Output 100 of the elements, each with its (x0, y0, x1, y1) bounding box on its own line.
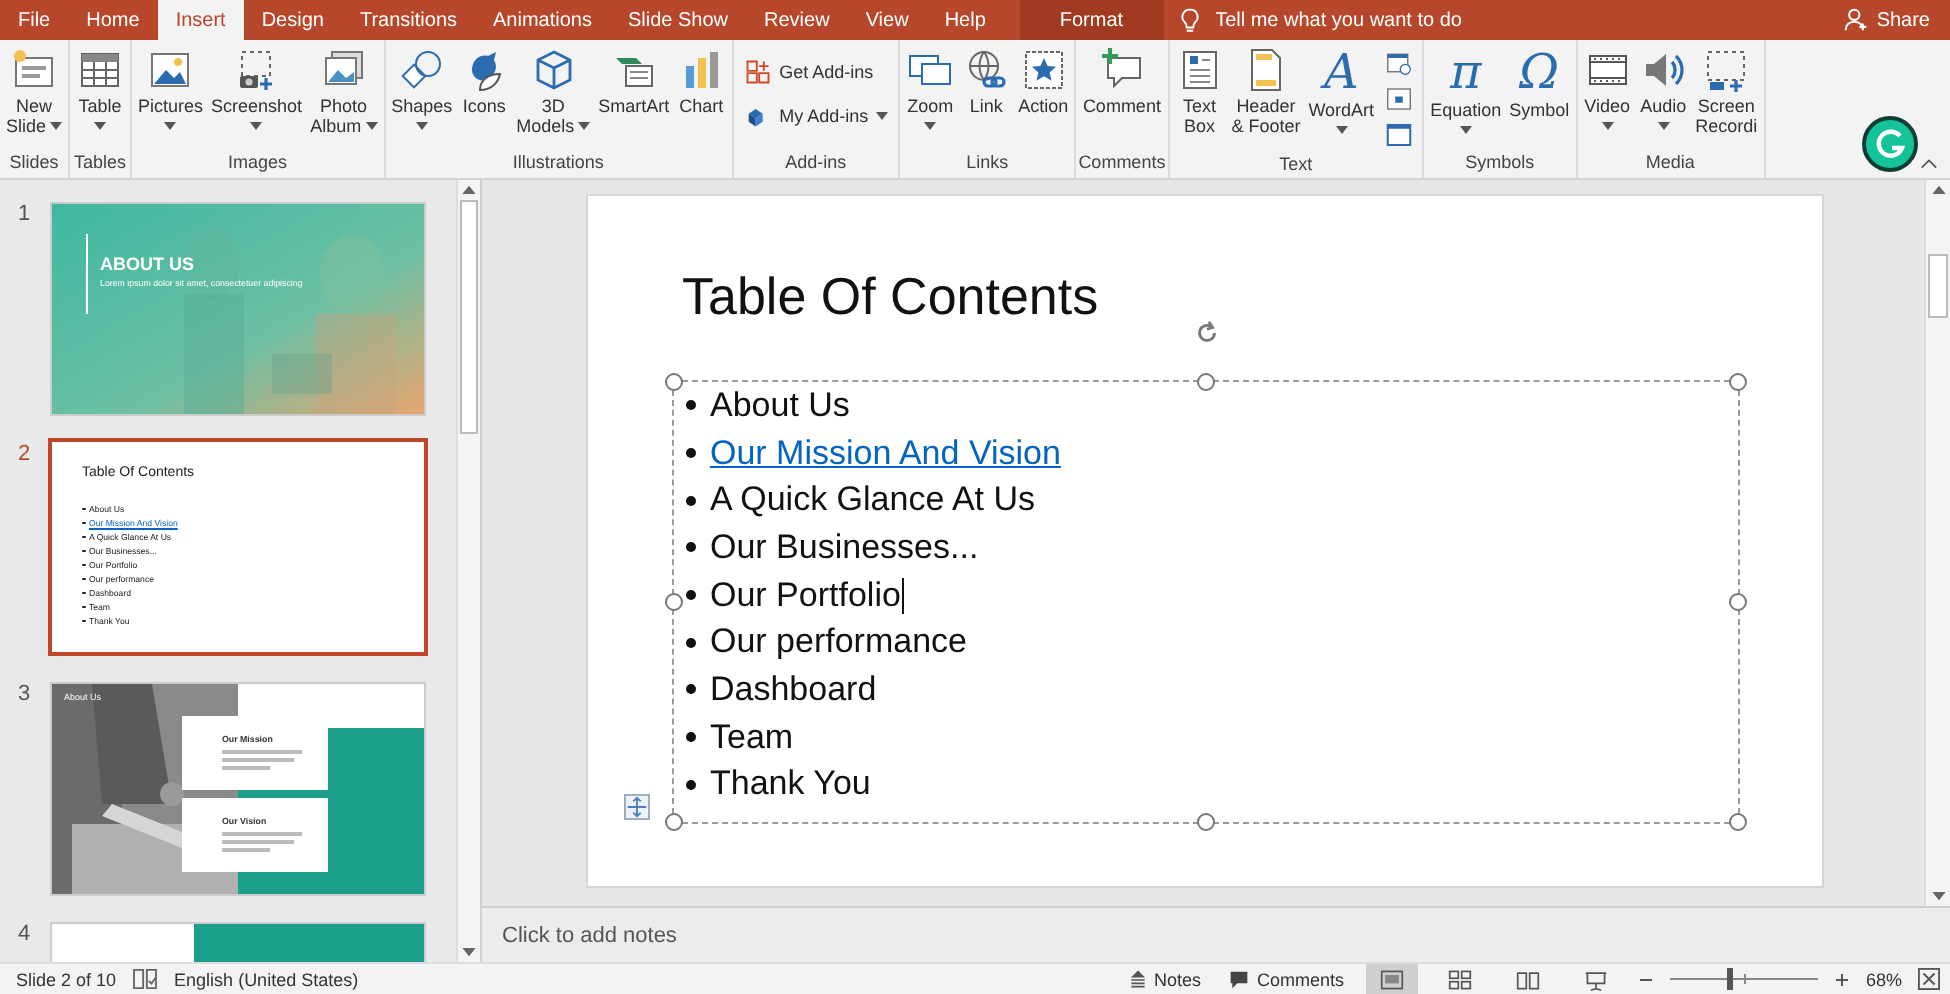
caret-icon (1335, 126, 1348, 134)
slide-title[interactable]: Table Of Contents (682, 266, 1099, 328)
ribbon-button[interactable]: Chart (673, 44, 730, 118)
ribbon-tab[interactable]: Slide Show (609, 0, 747, 40)
bullet-item[interactable]: Team (710, 717, 794, 758)
resize-handle[interactable] (1197, 373, 1215, 391)
group-label: Media (1645, 152, 1695, 176)
ribbon-tab[interactable]: Design (243, 0, 342, 40)
slider-thumb[interactable] (1726, 968, 1733, 990)
ribbon-button[interactable]: Screen Recordi (1691, 44, 1762, 138)
slide-title: ABOUT US (100, 254, 194, 274)
ribbon-button[interactable]: Shapes (387, 44, 457, 132)
ribbon-button[interactable]: Pictures (134, 44, 208, 132)
bullet-item[interactable]: A Quick Glance At Us (710, 480, 1036, 521)
autofit-icon[interactable] (624, 794, 650, 820)
ribbon-button[interactable]: Video (1579, 44, 1636, 132)
ribbon-button[interactable]: Comment (1078, 44, 1165, 118)
fit-slide-icon[interactable] (1918, 968, 1940, 990)
ribbon-button[interactable]: Screenshot (207, 44, 307, 132)
bullet-item[interactable]: Dashboard (710, 669, 877, 710)
window-icon[interactable] (1384, 120, 1415, 150)
ribbon-tab[interactable]: View (847, 0, 927, 40)
resize-handle[interactable] (1729, 373, 1747, 391)
bullet-item[interactable]: About Us (710, 385, 850, 426)
resize-handle[interactable] (1197, 813, 1215, 831)
ribbon-button[interactable]: Get Add-ins (735, 50, 882, 94)
accessibility-icon[interactable] (132, 968, 159, 990)
ribbon-button[interactable]: Text Box (1171, 44, 1228, 138)
scroll-down-icon[interactable] (462, 948, 476, 958)
ribbon-tab[interactable]: Insert (157, 0, 244, 40)
resize-handle[interactable] (665, 813, 683, 831)
group-label: Illustrations (512, 152, 604, 176)
slide-number: 3 (18, 682, 33, 710)
ribbon-button[interactable]: New Slide (2, 44, 67, 138)
group-label: Comments (1078, 152, 1166, 176)
collapse-icon[interactable] (1920, 158, 1938, 170)
caret-icon (876, 112, 889, 120)
share-button[interactable]: Share (1824, 0, 1950, 40)
ribbon-button[interactable]: Ω Symbol (1505, 44, 1574, 122)
ribbon-tab[interactable]: Home (68, 0, 158, 40)
resize-handle[interactable] (665, 593, 683, 611)
caret-icon (1459, 126, 1472, 134)
ribbon-button[interactable]: Header & Footer (1227, 44, 1305, 138)
group-label: Slides (9, 152, 59, 176)
ribbon-button[interactable]: Photo Album (306, 44, 382, 138)
number-box-icon[interactable] (1384, 84, 1415, 114)
grid-view-icon (1445, 967, 1474, 991)
zoom-level[interactable]: 68% (1865, 969, 1902, 989)
view-button[interactable] (1365, 964, 1418, 994)
bullet-item[interactable]: Our performance (710, 622, 967, 663)
scroll-down-icon[interactable] (1931, 892, 1945, 902)
person-icon (1844, 8, 1869, 32)
ribbon-button[interactable]: Icons (456, 44, 513, 118)
scroll-up-icon[interactable] (462, 184, 476, 194)
resize-handle[interactable] (665, 373, 683, 391)
rotate-handle-icon[interactable] (1192, 318, 1222, 348)
resize-handle[interactable] (1729, 813, 1747, 831)
group-label: Symbols (1465, 152, 1535, 176)
ribbon-tab[interactable]: Help (926, 0, 1004, 40)
ribbon-tab[interactable]: Review (746, 0, 848, 40)
ribbon-button[interactable]: My Add-ins (735, 94, 897, 138)
ribbon-tab[interactable]: Format (1019, 0, 1164, 40)
ribbon-button[interactable]: Link (958, 44, 1015, 118)
ribbon-button[interactable]: Action (1014, 44, 1073, 118)
bullet-icon (686, 637, 696, 648)
accent-line (86, 234, 88, 314)
scroll-thumb[interactable] (1928, 254, 1948, 318)
bullet-icon (686, 448, 696, 459)
bullet-item[interactable]: Our Portfolio (710, 575, 901, 616)
projector-icon (1581, 967, 1610, 991)
slide-counter: Slide 2 of 10 (16, 969, 117, 989)
ribbon-button[interactable]: Table (72, 44, 129, 132)
caret-icon (1657, 122, 1670, 130)
group-label: Links (966, 152, 1009, 176)
resize-handle[interactable] (1729, 593, 1747, 611)
refresh-badge-icon[interactable] (1862, 116, 1918, 172)
scroll-thumb[interactable] (460, 200, 478, 434)
ribbon-button[interactable]: A WordArt (1304, 44, 1379, 136)
ribbon-tab[interactable]: Transitions (341, 0, 476, 40)
ribbon-button[interactable]: π Equation (1426, 44, 1506, 136)
language-label[interactable]: English (United States) (174, 969, 359, 989)
bullet-item[interactable]: Thank You (710, 764, 871, 805)
bullet-item[interactable]: Our Businesses... (710, 527, 979, 568)
bullet-icon (686, 542, 696, 553)
comments-button[interactable]: Comments (1222, 969, 1350, 989)
notes-field[interactable]: Click to add notes (498, 921, 906, 949)
ribbon-button[interactable]: Audio (1635, 44, 1692, 132)
notes-button[interactable]: Notes (1121, 969, 1207, 989)
ribbon-tab[interactable]: File (0, 0, 69, 40)
calendar-icon[interactable] (1384, 48, 1415, 78)
caret-icon (578, 122, 591, 130)
scroll-up-icon[interactable] (1931, 184, 1945, 194)
ribbon-tab[interactable]: Animations (475, 0, 610, 40)
bullet-item[interactable]: Our Mission And Vision (710, 433, 1061, 474)
caret-icon (1601, 122, 1614, 130)
ribbon-button[interactable]: Zoom (902, 44, 959, 132)
ribbon-button[interactable]: SmartArt (594, 44, 674, 118)
ribbon-button[interactable]: 3D Models (512, 44, 595, 138)
tell-me-field[interactable]: Tell me what you want to do (1211, 7, 1520, 33)
zoom-in-icon[interactable] (1833, 971, 1850, 987)
